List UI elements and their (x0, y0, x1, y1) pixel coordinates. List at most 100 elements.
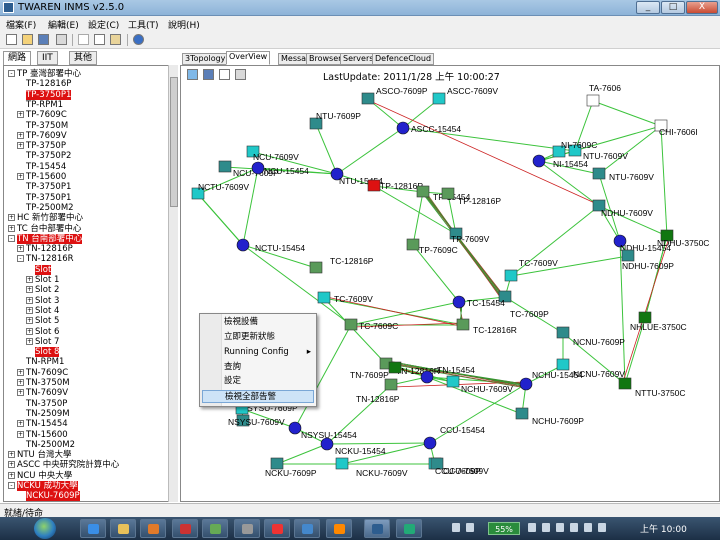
tree-node[interactable]: TP-3750P2 (17, 151, 71, 161)
device-node[interactable]: NSYSU-15454 (288, 421, 357, 440)
device-node[interactable]: NTU-7609V (592, 167, 654, 182)
device-router-icon[interactable] (621, 249, 635, 262)
tree-node[interactable]: NCKU-7609P (17, 491, 80, 501)
context-menu-item[interactable]: 檢視全部告警 (202, 390, 314, 403)
context-menu-item[interactable]: 設定 (224, 375, 314, 388)
device-node[interactable]: TC-7609C (344, 318, 398, 331)
tree-expander-icon[interactable]: + (26, 276, 33, 283)
device-switch-icon[interactable] (236, 238, 250, 252)
tree-expander-icon[interactable]: + (17, 430, 24, 438)
tree-expander-icon[interactable]: + (17, 379, 24, 386)
menu-settings[interactable]: 設定(C) (88, 18, 119, 31)
device-node[interactable]: NHLUE-3750C (630, 311, 687, 332)
device-node[interactable]: CHI-7606I (654, 119, 698, 137)
tree-expander-icon[interactable]: + (26, 286, 33, 294)
device-router-icon[interactable] (556, 358, 570, 371)
tree-node[interactable]: + TN-7609C (17, 368, 68, 378)
paste-icon[interactable] (110, 34, 121, 45)
tree-node[interactable]: + Slot 7 (26, 337, 59, 347)
tree-expander-icon[interactable]: - (8, 234, 15, 242)
context-menu-item[interactable]: 立即更新狀態 (224, 331, 314, 344)
refresh-map-icon[interactable] (187, 69, 198, 80)
device-node[interactable]: TC-12816R (456, 318, 517, 335)
device-node[interactable]: NCHU-7609P (515, 407, 584, 426)
tray-icon-1[interactable] (528, 523, 536, 532)
new-file-icon[interactable] (6, 34, 17, 45)
save-icon[interactable] (38, 34, 49, 45)
device-node[interactable]: CCU-7609P (430, 457, 481, 476)
device-node[interactable]: TC-7609V (317, 291, 373, 304)
taskbar-app-1[interactable] (172, 519, 198, 538)
tree-node[interactable]: - TP 臺灣部署中心 (8, 69, 81, 79)
tree-node[interactable]: + TN-12816P (17, 244, 73, 254)
device-node[interactable]: NCHU-7609V (446, 375, 513, 394)
save-map-icon[interactable] (203, 69, 214, 80)
device-node[interactable]: ASCO-7609P (361, 86, 428, 105)
tree-expander-icon[interactable]: + (26, 306, 33, 314)
menu-file[interactable]: 檔案(F) (6, 18, 36, 31)
tray-icon-4[interactable] (570, 523, 578, 532)
tree-node[interactable]: + TP-7609C (17, 110, 67, 120)
tree-expander-icon[interactable]: + (26, 317, 33, 325)
close-button[interactable]: X (686, 1, 718, 14)
device-node[interactable]: NCKU-15454 (320, 437, 386, 456)
device-router-icon[interactable] (406, 238, 420, 251)
tree-expander-icon[interactable]: + (26, 337, 33, 345)
context-menu-item[interactable]: Running Config ▸ (224, 346, 314, 359)
tree-node[interactable]: + TN-3750M (17, 378, 70, 388)
device-node[interactable]: TP-7609V (449, 227, 490, 244)
device-node[interactable]: TC-15454 (452, 295, 505, 309)
device-node[interactable]: ASCC-7609V (432, 86, 498, 105)
tree-node[interactable]: TP-15454 (17, 162, 66, 172)
help-icon[interactable] (133, 34, 144, 45)
open-folder-icon[interactable] (22, 34, 33, 45)
device-router-icon[interactable] (388, 361, 402, 374)
export-map-icon[interactable] (235, 69, 246, 80)
tree-expander-icon[interactable]: + (17, 173, 24, 180)
device-router-icon[interactable] (432, 92, 446, 105)
device-router-icon[interactable] (592, 167, 606, 180)
menu-edit[interactable]: 編輯(E) (48, 18, 79, 31)
topology-view[interactable]: ASCO-7609P ASCC-7609V TA-7606 CHI-7606I NTU-… (180, 65, 720, 502)
menu-tools[interactable]: 工具(T) (128, 18, 159, 31)
device-switch-icon[interactable] (423, 436, 437, 450)
menu-help[interactable]: 說明(H) (168, 18, 200, 31)
new-map-icon[interactable] (219, 69, 230, 80)
tab-network[interactable]: 網路 (3, 51, 32, 66)
tree-expander-icon[interactable]: + (26, 327, 33, 335)
tray-network-icon[interactable] (452, 523, 460, 532)
tab-other[interactable]: 其他 (69, 51, 98, 65)
tree-node[interactable]: + TN-15600 (17, 430, 68, 440)
tab-overview[interactable]: OverView (226, 51, 271, 65)
device-node[interactable]: NTU-7609P (309, 111, 361, 130)
device-node[interactable]: TP-12816P (441, 187, 501, 206)
tree-expander-icon[interactable]: + (17, 368, 24, 376)
device-router-icon[interactable] (384, 378, 398, 391)
device-switch-icon[interactable] (320, 437, 334, 451)
device-node[interactable]: TC-7609P (498, 290, 549, 319)
cut-icon[interactable] (78, 34, 89, 45)
print-icon[interactable] (56, 34, 67, 45)
tree-node[interactable]: + TP-7609V (17, 131, 67, 141)
tree-node[interactable]: + TP-3750P (17, 141, 66, 151)
maximize-button[interactable]: □ (661, 1, 685, 14)
taskbar-app-7[interactable] (396, 519, 422, 538)
device-node[interactable]: CCU-15454 (423, 425, 485, 450)
device-node[interactable]: NCU-7609V (246, 145, 299, 162)
tree-node[interactable]: + TC 台中部署中心 (8, 224, 81, 234)
device-router-icon[interactable] (446, 375, 460, 388)
tree-node[interactable]: + NTU 台灣大學 (8, 450, 71, 460)
tree-node[interactable]: TP-3750M (17, 121, 68, 131)
tree-node[interactable]: + HC 新竹部署中心 (8, 213, 83, 223)
tab-defencecloud[interactable]: DefenceCloud (372, 53, 435, 65)
tree-node[interactable]: + NCU 中央大學 (8, 471, 72, 481)
tree-expander-icon[interactable]: + (17, 389, 24, 397)
tree-node[interactable]: TP-3750P1 (17, 193, 71, 203)
tab-browser[interactable]: Browser (306, 53, 345, 65)
tree-expander-icon[interactable]: + (17, 142, 24, 150)
device-node[interactable]: TN-7609P (350, 361, 402, 380)
device-node[interactable]: ASCC-15454 (396, 121, 461, 135)
tray-icon-6[interactable] (598, 523, 606, 532)
device-tree[interactable]: - TP 臺灣部署中心 TP-12816P TP-3750P1 TP-RPM1 + TP-7… (3, 65, 169, 502)
tree-expander-icon[interactable]: + (8, 471, 15, 479)
